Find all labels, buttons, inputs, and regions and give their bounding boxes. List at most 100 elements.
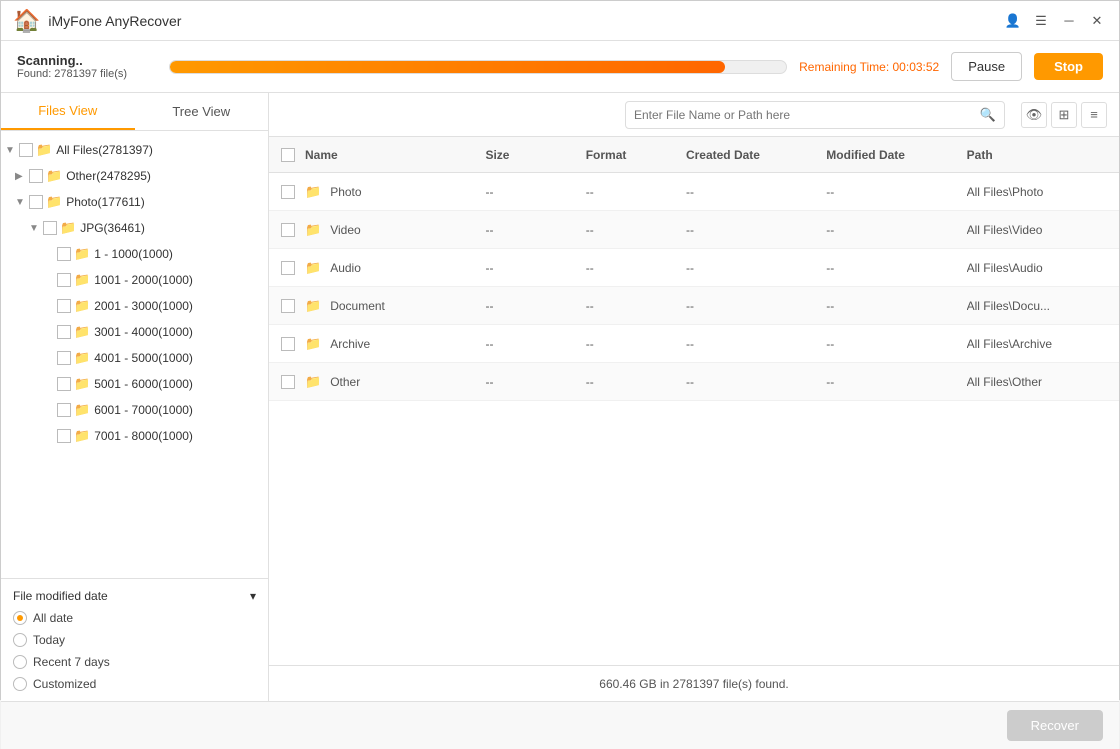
menu-icon[interactable]: ☰ <box>1031 11 1051 31</box>
tree-checkbox[interactable] <box>57 247 71 261</box>
cell-format: -- <box>586 261 686 275</box>
radio-circle <box>13 633 27 647</box>
table-row[interactable]: 📁 Audio -- -- -- -- All Files\Audio <box>269 249 1119 287</box>
list-view-button[interactable]: ≡ <box>1081 102 1107 128</box>
tree-checkbox[interactable] <box>19 143 33 157</box>
cell-name: 📁 Video <box>305 222 485 238</box>
tree-item[interactable]: ▼ 📁 JPG(36461) <box>1 215 268 241</box>
header-checkbox[interactable] <box>281 148 305 162</box>
file-name: Archive <box>330 337 370 351</box>
tree-checkbox[interactable] <box>57 403 71 417</box>
status-text: 660.46 GB in 2781397 file(s) found. <box>599 677 788 691</box>
cell-path: All Files\Audio <box>967 261 1107 275</box>
tree-item[interactable]: 📁 3001 - 4000(1000) <box>1 319 268 345</box>
filter-option-customized[interactable]: Customized <box>13 677 256 691</box>
filter-header[interactable]: File modified date ▾ <box>13 589 256 603</box>
cell-size: -- <box>485 299 585 313</box>
recover-button[interactable]: Recover <box>1007 710 1103 741</box>
table-row[interactable]: 📁 Video -- -- -- -- All Files\Video <box>269 211 1119 249</box>
tree-item[interactable]: 📁 1 - 1000(1000) <box>1 241 268 267</box>
tab-files-view[interactable]: Files View <box>1 93 135 130</box>
tree-checkbox[interactable] <box>57 325 71 339</box>
minimize-button[interactable]: ─ <box>1059 11 1079 31</box>
table-row[interactable]: 📁 Archive -- -- -- -- All Files\Archive <box>269 325 1119 363</box>
radio-circle <box>13 611 27 625</box>
tree-checkbox[interactable] <box>57 377 71 391</box>
cell-size: -- <box>485 223 585 237</box>
row-checkbox[interactable] <box>281 223 305 237</box>
folder-icon: 📁 <box>305 336 321 352</box>
cell-created: -- <box>686 223 826 237</box>
table-row[interactable]: 📁 Document -- -- -- -- All Files\Docu... <box>269 287 1119 325</box>
table-row[interactable]: 📁 Photo -- -- -- -- All Files\Photo <box>269 173 1119 211</box>
tree-item[interactable]: ▶ 📁 Other(2478295) <box>1 163 268 189</box>
content-area: 🔍 👁 ⊞ ≡ Name Size Format Created Date Mo… <box>269 93 1119 701</box>
filter-option-all-date[interactable]: All date <box>13 611 256 625</box>
tree-item[interactable]: 📁 4001 - 5000(1000) <box>1 345 268 371</box>
filter-title: File modified date <box>13 589 108 603</box>
cell-modified: -- <box>826 261 966 275</box>
cell-created: -- <box>686 337 826 351</box>
tab-tree-view[interactable]: Tree View <box>135 93 269 130</box>
tree-checkbox[interactable] <box>29 195 43 209</box>
tree-item[interactable]: 📁 7001 - 8000(1000) <box>1 423 268 449</box>
stop-button[interactable]: Stop <box>1034 53 1103 80</box>
cell-size: -- <box>485 375 585 389</box>
filter-option-today[interactable]: Today <box>13 633 256 647</box>
cell-name: 📁 Document <box>305 298 485 314</box>
tree-checkbox[interactable] <box>43 221 57 235</box>
tree-item[interactable]: 📁 2001 - 3000(1000) <box>1 293 268 319</box>
row-checkbox[interactable] <box>281 337 305 351</box>
row-checkbox[interactable] <box>281 375 305 389</box>
radio-group: All date Today Recent 7 days Customized <box>13 611 256 691</box>
radio-label: Recent 7 days <box>33 655 110 669</box>
folder-icon: 📁 <box>74 298 90 314</box>
grid-view-button[interactable]: ⊞ <box>1051 102 1077 128</box>
radio-label: All date <box>33 611 73 625</box>
cell-modified: -- <box>826 299 966 313</box>
search-box[interactable]: 🔍 <box>625 101 1005 129</box>
radio-label: Customized <box>33 677 96 691</box>
filter-option-recent-7-days[interactable]: Recent 7 days <box>13 655 256 669</box>
folder-icon: 📁 <box>305 184 321 200</box>
tree-checkbox[interactable] <box>57 299 71 313</box>
folder-icon: 📁 <box>74 272 90 288</box>
tree-label: 6001 - 7000(1000) <box>94 403 268 417</box>
chevron-down-icon: ▾ <box>250 589 256 603</box>
cell-format: -- <box>586 185 686 199</box>
cell-size: -- <box>485 185 585 199</box>
tree-item[interactable]: ▼ 📁 Photo(177611) <box>1 189 268 215</box>
row-checkbox[interactable] <box>281 299 305 313</box>
filter-section: File modified date ▾ All date Today Rece… <box>1 578 268 701</box>
cell-path: All Files\Photo <box>967 185 1107 199</box>
tree-item[interactable]: ▼ 📁 All Files(2781397) <box>1 137 268 163</box>
search-input[interactable] <box>634 108 980 122</box>
cell-size: -- <box>485 337 585 351</box>
row-checkbox[interactable] <box>281 185 305 199</box>
tree-label: All Files(2781397) <box>56 143 268 157</box>
col-header-modified: Modified Date <box>826 148 966 162</box>
row-checkbox[interactable] <box>281 261 305 275</box>
tree-checkbox[interactable] <box>57 351 71 365</box>
sidebar-tabs: Files View Tree View <box>1 93 268 131</box>
file-table: Name Size Format Created Date Modified D… <box>269 137 1119 665</box>
expand-icon: ▼ <box>29 223 43 234</box>
cell-name: 📁 Audio <box>305 260 485 276</box>
pause-button[interactable]: Pause <box>951 52 1022 81</box>
tree-label: JPG(36461) <box>80 221 268 235</box>
app-icon: 🏠 <box>13 8 40 34</box>
tree-item[interactable]: 📁 1001 - 2000(1000) <box>1 267 268 293</box>
tree-checkbox[interactable] <box>57 429 71 443</box>
account-icon[interactable]: 👤 <box>1003 11 1023 31</box>
file-name: Video <box>330 223 360 237</box>
cell-path: All Files\Video <box>967 223 1107 237</box>
close-button[interactable]: ✕ <box>1087 11 1107 31</box>
file-name: Document <box>330 299 385 313</box>
tree-item[interactable]: 📁 5001 - 6000(1000) <box>1 371 268 397</box>
tree-item[interactable]: 📁 6001 - 7000(1000) <box>1 397 268 423</box>
preview-view-button[interactable]: 👁 <box>1021 102 1047 128</box>
table-row[interactable]: 📁 Other -- -- -- -- All Files\Other <box>269 363 1119 401</box>
tree-checkbox[interactable] <box>57 273 71 287</box>
tree-checkbox[interactable] <box>29 169 43 183</box>
radio-circle <box>13 677 27 691</box>
